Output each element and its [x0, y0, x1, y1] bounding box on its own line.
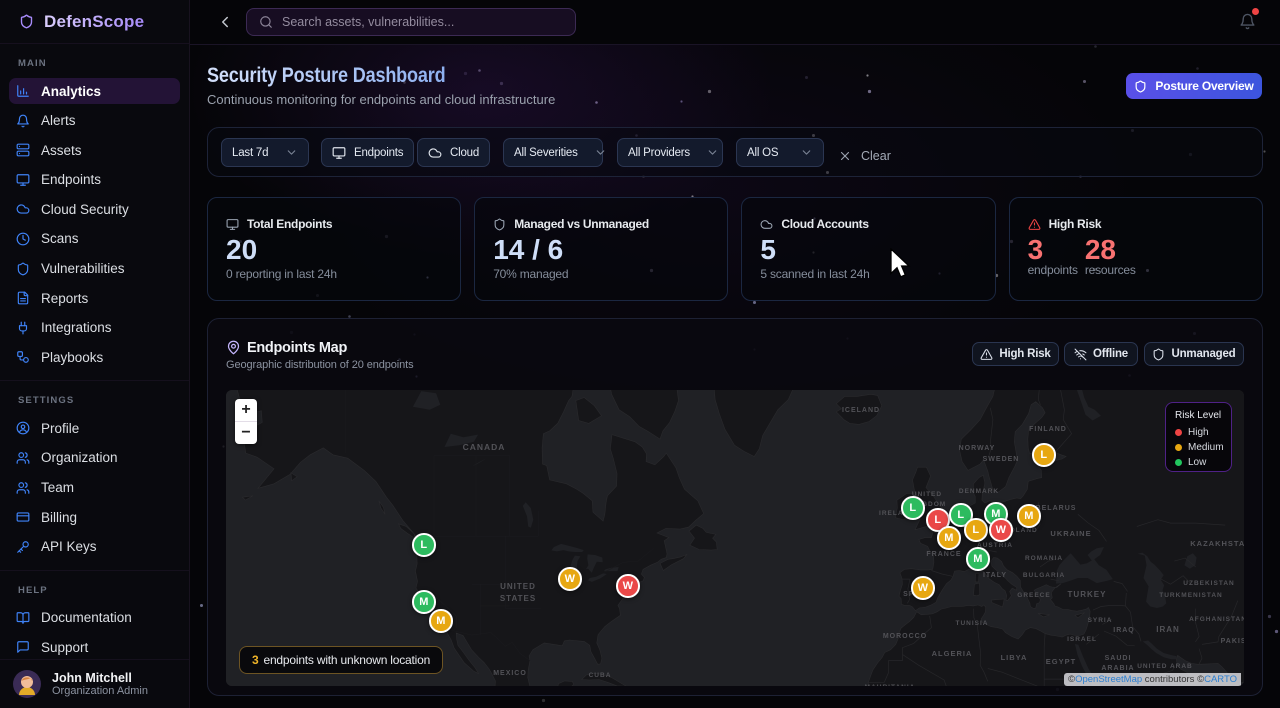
svg-text:UNITED: UNITED [500, 582, 536, 591]
svg-text:FINLAND: FINLAND [1029, 426, 1067, 433]
svg-text:SWEDEN: SWEDEN [983, 456, 1020, 463]
svg-text:MAURITANIA: MAURITANIA [865, 684, 916, 686]
svg-text:MEXICO: MEXICO [493, 670, 527, 677]
svg-text:TURKMENISTAN: TURKMENISTAN [1159, 592, 1223, 599]
svg-text:BULGARIA: BULGARIA [1023, 572, 1065, 579]
svg-text:EGYPT: EGYPT [1046, 657, 1076, 666]
svg-text:IRAN: IRAN [1156, 625, 1180, 634]
svg-text:UNITED ARAB: UNITED ARAB [1137, 663, 1193, 670]
svg-text:SAUDI: SAUDI [1105, 655, 1132, 662]
svg-text:BELARUS: BELARUS [1036, 505, 1077, 512]
svg-text:UZBEKISTAN: UZBEKISTAN [1183, 580, 1234, 587]
svg-text:NORWAY: NORWAY [959, 445, 996, 452]
svg-text:FRANCE: FRANCE [926, 551, 961, 558]
svg-text:STATES: STATES [500, 594, 536, 603]
svg-text:IRAQ: IRAQ [1113, 627, 1135, 634]
svg-text:LIBYA: LIBYA [1001, 653, 1028, 662]
svg-text:ISRAEL: ISRAEL [1067, 636, 1097, 643]
svg-text:ARABIA: ARABIA [1101, 665, 1134, 672]
svg-text:DENMARK: DENMARK [959, 488, 999, 495]
svg-text:KAZAKHSTAN: KAZAKHSTAN [1190, 539, 1244, 548]
svg-text:ICELAND: ICELAND [842, 407, 880, 414]
svg-text:TUNISIA: TUNISIA [956, 620, 989, 627]
svg-text:UKRAINE: UKRAINE [1050, 529, 1091, 538]
svg-text:ALGERIA: ALGERIA [932, 649, 973, 658]
svg-text:ITALY: ITALY [983, 572, 1007, 579]
svg-text:PAKISTAN: PAKISTAN [1221, 638, 1244, 645]
svg-text:GREECE: GREECE [1017, 592, 1050, 599]
svg-text:CANADA: CANADA [463, 442, 506, 452]
svg-text:ROMANIA: ROMANIA [1025, 555, 1063, 562]
svg-text:AFGHANISTAN: AFGHANISTAN [1189, 616, 1244, 623]
svg-text:CUBA: CUBA [589, 672, 612, 679]
svg-text:MOROCCO: MOROCCO [883, 633, 927, 640]
svg-text:SYRIA: SYRIA [1088, 617, 1113, 624]
svg-text:TURKEY: TURKEY [1068, 590, 1107, 599]
